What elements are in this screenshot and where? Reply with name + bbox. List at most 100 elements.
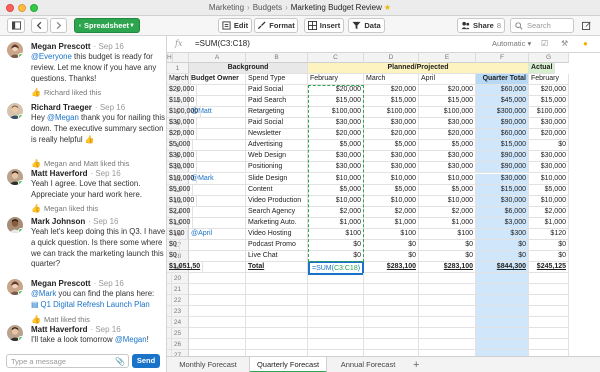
empty-cell[interactable] — [308, 328, 364, 340]
amount-cell[interactable]: $1,000 — [167, 217, 194, 229]
empty-cell[interactable] — [476, 339, 529, 351]
amount-cell[interactable]: $30,000 — [167, 118, 198, 130]
insert-button[interactable]: Insert — [304, 18, 344, 33]
breadcrumb-item-budgets[interactable]: Budgets — [253, 3, 282, 12]
budget-owner-cell[interactable] — [189, 217, 246, 229]
breadcrumb-item-marketing[interactable]: Marketing — [209, 3, 244, 12]
amount-cell[interactable]: $15,000 — [476, 140, 529, 152]
message-input[interactable]: Type a message 📎 — [6, 354, 129, 368]
total-amount-cell[interactable]: $283,100 — [419, 261, 476, 273]
tab-quarterly-forecast[interactable]: Quarterly Forecast — [249, 357, 327, 372]
empty-cell[interactable] — [364, 328, 419, 340]
amount-cell[interactable]: $5,000 — [529, 184, 569, 196]
amount-cell[interactable]: $0 — [529, 250, 569, 262]
author-name[interactable]: Richard Traeger — [31, 103, 92, 112]
column-title[interactable]: April — [419, 74, 476, 86]
amount-cell[interactable]: $20,000 — [529, 129, 569, 141]
amount-cell[interactable]: $10,000 — [529, 173, 569, 185]
mention-link[interactable]: @Everyone — [31, 52, 72, 61]
amount-cell[interactable]: $0 — [167, 239, 180, 251]
thumbs-up-icon[interactable]: 👍 — [31, 159, 41, 168]
amount-cell[interactable]: $0 — [364, 239, 419, 251]
empty-cell[interactable] — [476, 306, 529, 318]
empty-cell[interactable] — [364, 284, 419, 296]
amount-cell[interactable]: $10,000 — [308, 195, 364, 207]
column-header-e[interactable]: E — [419, 53, 476, 63]
empty-cell[interactable] — [308, 339, 364, 351]
empty-cell[interactable] — [476, 317, 529, 329]
amount-cell[interactable]: $2,000 — [419, 206, 476, 218]
spreadsheet-menu-button[interactable]: Spreadsheet ▼ — [74, 18, 140, 33]
empty-cell[interactable] — [419, 284, 476, 296]
total-amount-cell[interactable]: $1,051,50 — [167, 261, 204, 273]
amount-cell[interactable]: $60,000 — [476, 85, 529, 97]
spend-type-cell[interactable]: Marketing Auto. — [246, 217, 308, 229]
format-button[interactable]: Format — [254, 18, 298, 33]
empty-cell[interactable] — [246, 306, 308, 318]
spend-type-cell[interactable]: Slide Design — [246, 173, 308, 185]
empty-cell[interactable] — [167, 317, 172, 329]
share-button[interactable]: Share 8 — [457, 18, 505, 33]
column-header-f[interactable]: F — [476, 53, 529, 63]
amount-cell[interactable]: $10,000 — [419, 195, 476, 207]
column-title[interactable]: Quarter Total — [476, 74, 529, 86]
amount-cell[interactable]: $0 — [419, 250, 476, 262]
column-title[interactable]: Spend Type — [246, 74, 308, 86]
amount-cell[interactable]: $5,000 — [308, 140, 364, 152]
empty-cell[interactable] — [419, 295, 476, 307]
empty-cell[interactable] — [419, 317, 476, 329]
amount-cell[interactable]: $30,000 — [419, 162, 476, 174]
column-title[interactable]: March — [364, 74, 419, 86]
amount-cell[interactable]: $20,000 — [529, 85, 569, 97]
amount-cell[interactable]: $30,000 — [529, 118, 569, 130]
spend-type-cell[interactable]: Podcast Promo — [246, 239, 308, 251]
empty-cell[interactable] — [246, 339, 308, 351]
amount-cell[interactable]: $20,000 — [364, 129, 419, 141]
empty-cell[interactable] — [419, 306, 476, 318]
empty-cell[interactable] — [529, 317, 569, 329]
sidebar-toggle-button[interactable] — [7, 18, 25, 33]
amount-cell[interactable]: $100,000 — [364, 107, 419, 119]
budget-owner-cell[interactable] — [189, 184, 246, 196]
star-icon[interactable]: ★ — [384, 3, 391, 12]
empty-cell[interactable] — [419, 339, 476, 351]
empty-cell[interactable] — [308, 317, 364, 329]
spend-type-cell[interactable]: Web Design — [246, 151, 308, 163]
amount-cell[interactable]: $90,000 — [476, 118, 529, 130]
amount-cell[interactable]: $20,000 — [419, 129, 476, 141]
empty-cell[interactable] — [308, 306, 364, 318]
amount-cell[interactable]: $15,000 — [167, 96, 198, 108]
amount-cell[interactable]: $10,000 — [167, 195, 198, 207]
amount-cell[interactable]: $10,000 — [167, 173, 198, 185]
amount-cell[interactable]: $15,000 — [364, 96, 419, 108]
empty-cell[interactable] — [529, 295, 569, 307]
spend-type-cell[interactable]: Retargeting — [246, 107, 308, 119]
amount-cell[interactable]: $20,000 — [308, 129, 364, 141]
amount-cell[interactable]: $0 — [419, 239, 476, 251]
empty-cell[interactable] — [308, 295, 364, 307]
total-amount-cell[interactable]: $844,300 — [476, 261, 529, 273]
column-header-g[interactable]: G — [529, 53, 569, 63]
calculation-mode-select[interactable]: Automatic ▾ — [492, 39, 531, 48]
amount-cell[interactable]: $30,000 — [529, 151, 569, 163]
budget-owner-cell[interactable] — [189, 85, 246, 97]
avatar[interactable] — [7, 42, 23, 58]
column-header-h[interactable]: H — [167, 53, 173, 63]
back-button[interactable] — [31, 18, 48, 33]
empty-cell[interactable] — [167, 272, 172, 284]
amount-cell[interactable]: $30,000 — [167, 162, 198, 174]
amount-cell[interactable]: $5,000 — [167, 184, 194, 196]
amount-cell[interactable]: $1,000 — [529, 217, 569, 229]
avatar[interactable] — [7, 279, 23, 295]
empty-cell[interactable] — [364, 295, 419, 307]
author-name[interactable]: Megan Prescott — [31, 279, 91, 288]
budget-owner-cell[interactable] — [189, 151, 246, 163]
empty-cell[interactable] — [364, 306, 419, 318]
amount-cell[interactable]: $6,000 — [476, 206, 529, 218]
section-header-actual[interactable]: Actual — [529, 63, 556, 75]
column-title[interactable]: February — [529, 74, 569, 86]
empty-cell[interactable] — [167, 339, 172, 351]
amount-cell[interactable]: $30,000 — [364, 118, 419, 130]
empty-cell[interactable] — [189, 306, 246, 318]
budget-owner-cell[interactable] — [189, 118, 246, 130]
